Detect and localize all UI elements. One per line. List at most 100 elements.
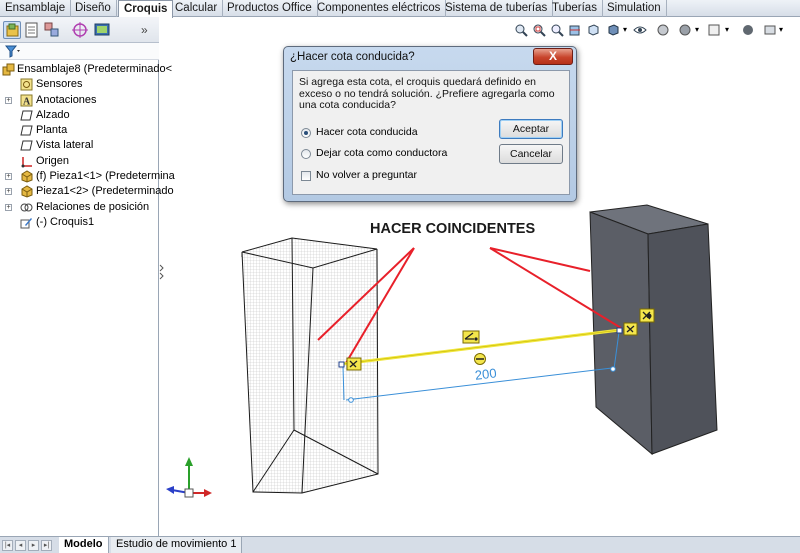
tree-item-label: Alzado xyxy=(36,108,70,121)
apply-scene-icon[interactable] xyxy=(678,23,692,37)
tree-item-vista-lateral[interactable]: Vista lateral xyxy=(0,138,159,153)
command-manager-tabs: Ensamblaje Diseño Croquis Calcular Produ… xyxy=(0,0,800,18)
sketch-endpoint-left[interactable] xyxy=(338,361,345,368)
dimension-value[interactable]: 200 xyxy=(474,365,497,383)
view-orientation-icon[interactable] xyxy=(586,23,600,37)
bottom-tab-bar: |◂ ◂ ▸ ▸| Modelo Estudio de movimiento 1 xyxy=(0,536,800,553)
sketch-icon xyxy=(20,216,33,229)
dropdown-chevron-icon[interactable]: ▾ xyxy=(779,23,793,37)
expand-plus-icon[interactable]: + xyxy=(5,96,12,104)
zoom-to-fit-icon[interactable] xyxy=(514,23,528,37)
tree-item-label: Sensores xyxy=(36,78,83,91)
coincident-relation-icon xyxy=(623,322,638,336)
right-part-solid[interactable] xyxy=(589,204,718,456)
tree-item-planta[interactable]: Planta xyxy=(0,123,159,138)
tree-item-label: Vista lateral xyxy=(36,139,94,152)
mates-icon xyxy=(20,201,33,214)
coincident-relation-icon xyxy=(346,357,362,371)
view-triad xyxy=(166,457,212,498)
tree-item-sensores[interactable]: Sensores xyxy=(0,77,159,92)
view-realview-icon[interactable] xyxy=(763,23,777,37)
radio-unselected-icon[interactable] xyxy=(301,149,311,159)
tree-item-pieza1-1[interactable]: + (f) Pieza1<1> (Predetermina xyxy=(0,169,175,184)
part-icon xyxy=(20,170,33,183)
last-tab-icon[interactable]: ▸| xyxy=(41,540,52,551)
expand-plus-icon[interactable]: + xyxy=(5,173,12,181)
annotation-icon: A xyxy=(20,94,33,107)
tree-item-origen[interactable]: Origen xyxy=(0,154,159,169)
tab-sistema-tuberias[interactable]: Sistema de tuberías xyxy=(440,0,554,17)
tree-item-relaciones[interactable]: + Relaciones de posición xyxy=(0,200,159,215)
expand-plus-icon[interactable]: + xyxy=(5,203,12,211)
property-manager-tab-icon[interactable] xyxy=(23,21,41,39)
tree-item-label: Pieza1<2> (Predeterminado xyxy=(36,185,174,198)
tab-componentes-electricos[interactable]: Componentes eléctricos xyxy=(312,0,447,17)
part-icon xyxy=(20,185,33,198)
dimxpert-tab-icon[interactable] xyxy=(71,21,89,39)
tab-estudio-movimiento[interactable]: Estudio de movimiento 1 xyxy=(111,537,243,553)
radio-selected-icon[interactable] xyxy=(301,128,311,138)
dimension-lines[interactable] xyxy=(342,331,620,401)
expand-plus-icon[interactable]: + xyxy=(5,188,12,196)
dropdown-chevron-icon[interactable]: ▾ xyxy=(725,23,739,37)
dimension-arrow-left xyxy=(348,397,354,403)
next-tab-icon[interactable]: ▸ xyxy=(28,540,39,551)
tree-item-label: (f) Pieza1<1> (Predetermina xyxy=(36,170,175,183)
plane-icon xyxy=(20,124,33,137)
cancel-button[interactable]: Cancelar xyxy=(499,144,563,164)
dialog-title: ¿Hacer cota conducida? xyxy=(290,51,415,63)
feature-tree: Ensamblaje8 (Predeterminado< Sensores + … xyxy=(0,62,175,230)
view-settings-icon[interactable] xyxy=(707,23,721,37)
coincident-relation-icon xyxy=(639,308,655,323)
assembly-icon xyxy=(2,63,15,76)
edit-appearance-icon[interactable] xyxy=(656,23,670,37)
hide-show-items-icon[interactable] xyxy=(633,23,647,37)
tree-item-label: Ensamblaje8 (Predeterminado< xyxy=(17,63,173,75)
tree-item-assembly[interactable]: Ensamblaje8 (Predeterminado< xyxy=(0,62,172,77)
sketch-endpoint-right[interactable] xyxy=(616,327,623,334)
tree-item-croquis1[interactable]: (-) Croquis1 xyxy=(0,215,159,230)
filter-bar[interactable] xyxy=(0,43,159,60)
feature-manager-panel: » Ensamblaje8 (Predeterminado< Sensores xyxy=(0,17,175,536)
tree-item-label: (-) Croquis1 xyxy=(36,215,95,228)
feature-manager-tabs: » xyxy=(0,17,159,43)
accept-button[interactable]: Aceptar xyxy=(499,119,563,139)
checkbox-unchecked-icon[interactable] xyxy=(301,171,311,181)
tab-croquis[interactable]: Croquis xyxy=(118,0,174,18)
tab-calcular[interactable]: Calcular xyxy=(170,0,224,17)
tab-diseno[interactable]: Diseño xyxy=(70,0,117,17)
previous-view-icon[interactable] xyxy=(550,23,564,37)
previous-tab-icon[interactable]: ◂ xyxy=(15,540,26,551)
annotation-label: HACER COINCIDENTES xyxy=(370,221,536,237)
display-manager-tab-icon[interactable] xyxy=(93,21,111,39)
svg-text:A: A xyxy=(23,96,31,107)
dialog-message: Si agrega esta cota, el croquis quedará … xyxy=(299,76,555,111)
close-button[interactable]: X xyxy=(533,48,573,65)
tree-item-anotaciones[interactable]: + A Anotaciones xyxy=(0,93,159,108)
first-tab-icon[interactable]: |◂ xyxy=(2,540,13,551)
dimension-arrow-right xyxy=(610,366,616,372)
view-shadows-icon[interactable] xyxy=(741,23,755,37)
tree-item-alzado[interactable]: Alzado xyxy=(0,108,159,123)
tab-productos-office[interactable]: Productos Office xyxy=(222,0,318,17)
expand-chevron-icon[interactable]: » xyxy=(141,21,159,39)
angle-relation-icon xyxy=(462,330,480,344)
option-driving-label: Dejar cota como conductora xyxy=(316,147,448,159)
tab-simulation[interactable]: Simulation xyxy=(602,0,667,17)
tree-item-label: Anotaciones xyxy=(36,93,97,106)
display-style-icon[interactable] xyxy=(606,23,620,37)
tree-item-pieza1-2[interactable]: + Pieza1<2> (Predeterminado xyxy=(0,184,174,199)
feature-tree-tab-icon[interactable] xyxy=(3,21,21,39)
tab-tuberias[interactable]: Tuberías xyxy=(547,0,603,17)
zoom-to-area-icon[interactable] xyxy=(532,23,546,37)
tab-ensamblaje[interactable]: Ensamblaje xyxy=(0,0,72,17)
section-view-icon[interactable] xyxy=(568,23,582,37)
filter-icon[interactable] xyxy=(4,45,21,61)
tab-modelo[interactable]: Modelo xyxy=(59,537,109,553)
plane-icon xyxy=(20,139,33,152)
option-driven-label: Hacer cota conducida xyxy=(316,126,418,138)
sensor-icon xyxy=(20,78,33,91)
configuration-manager-tab-icon[interactable] xyxy=(43,21,61,39)
origin-icon xyxy=(20,155,33,168)
plane-icon xyxy=(20,109,33,122)
